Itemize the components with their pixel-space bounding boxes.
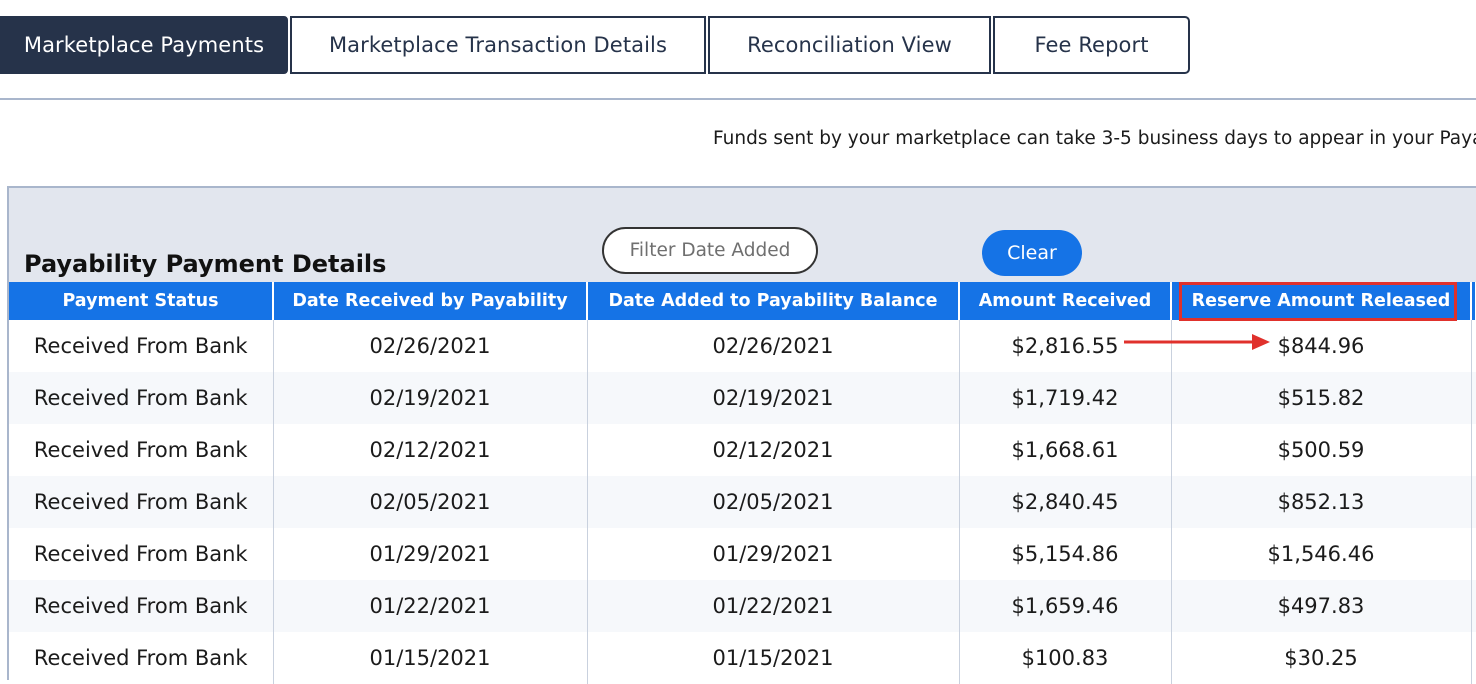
header-payment-status[interactable]: Payment Status: [9, 282, 274, 320]
cell-reserve-released: $852.13: [1171, 476, 1472, 528]
table-row: Received From Bank 02/12/2021 02/12/2021…: [9, 424, 1476, 476]
table-header-row: Payment Status Date Received by Payabili…: [9, 282, 1476, 320]
header-date-added[interactable]: Date Added to Payability Balance: [587, 282, 960, 320]
cell-payment-status: Received From Bank: [9, 528, 274, 580]
cell-reserve-released: $500.59: [1171, 424, 1472, 476]
cell-reserve-released: $30.25: [1171, 632, 1472, 684]
cell-overflow: [1471, 372, 1476, 424]
table-row: Received From Bank 02/19/2021 02/19/2021…: [9, 372, 1476, 424]
table-row: Received From Bank 02/05/2021 02/05/2021…: [9, 476, 1476, 528]
tab-marketplace-payments[interactable]: Marketplace Payments: [0, 16, 288, 74]
table-row: Received From Bank 01/22/2021 01/22/2021…: [9, 580, 1476, 632]
cell-payment-status: Received From Bank: [9, 632, 274, 684]
tab-reconciliation-view[interactable]: Reconciliation View: [708, 16, 991, 74]
cell-reserve-released: $497.83: [1171, 580, 1472, 632]
cell-date-added: 02/19/2021: [587, 372, 960, 424]
funds-notice: Funds sent by your marketplace can take …: [713, 128, 1476, 149]
cell-date-received: 01/29/2021: [273, 528, 588, 580]
cell-date-received: 02/26/2021: [273, 320, 588, 372]
cell-amount-received: $2,840.45: [959, 476, 1172, 528]
header-overflow: [1471, 282, 1476, 320]
cell-amount-received: $1,668.61: [959, 424, 1172, 476]
header-amount-received[interactable]: Amount Received: [959, 282, 1172, 320]
clear-button[interactable]: Clear: [982, 230, 1082, 276]
tab-marketplace-transaction-details[interactable]: Marketplace Transaction Details: [290, 16, 706, 74]
cell-payment-status: Received From Bank: [9, 476, 274, 528]
header-date-received[interactable]: Date Received by Payability: [273, 282, 588, 320]
table-row: Received From Bank 01/29/2021 01/29/2021…: [9, 528, 1476, 580]
cell-payment-status: Received From Bank: [9, 424, 274, 476]
cell-amount-received: $100.83: [959, 632, 1172, 684]
cell-date-added: 01/15/2021: [587, 632, 960, 684]
cell-reserve-released: $515.82: [1171, 372, 1472, 424]
tab-fee-report[interactable]: Fee Report: [993, 16, 1190, 74]
cell-payment-status: Received From Bank: [9, 320, 274, 372]
cell-overflow: [1471, 320, 1476, 372]
cell-overflow: [1471, 424, 1476, 476]
cell-date-added: 02/26/2021: [587, 320, 960, 372]
cell-date-received: 02/19/2021: [273, 372, 588, 424]
header-reserve-amount-released[interactable]: Reserve Amount Released: [1171, 282, 1472, 320]
cell-payment-status: Received From Bank: [9, 372, 274, 424]
cell-overflow: [1471, 580, 1476, 632]
cell-amount-received: $5,154.86: [959, 528, 1172, 580]
cell-date-added: 02/05/2021: [587, 476, 960, 528]
cell-amount-received: $1,659.46: [959, 580, 1172, 632]
cell-date-received: 02/12/2021: [273, 424, 588, 476]
cell-payment-status: Received From Bank: [9, 580, 274, 632]
cell-date-added: 01/22/2021: [587, 580, 960, 632]
cell-date-added: 01/29/2021: [587, 528, 960, 580]
cell-date-received: 02/05/2021: [273, 476, 588, 528]
cell-overflow: [1471, 528, 1476, 580]
divider: [0, 98, 1476, 100]
cell-overflow: [1471, 476, 1476, 528]
tab-bar: Marketplace Payments Marketplace Transac…: [0, 16, 1192, 74]
table-row: Received From Bank 01/15/2021 01/15/2021…: [9, 632, 1476, 684]
filter-date-added-input[interactable]: [602, 227, 818, 274]
cell-reserve-released: $1,546.46: [1171, 528, 1472, 580]
cell-date-received: 01/22/2021: [273, 580, 588, 632]
panel-title: Payability Payment Details: [24, 250, 387, 278]
cell-overflow: [1471, 632, 1476, 684]
right-arrow-icon: [1124, 334, 1270, 350]
cell-date-added: 02/12/2021: [587, 424, 960, 476]
cell-date-received: 01/15/2021: [273, 632, 588, 684]
cell-amount-received: $1,719.42: [959, 372, 1172, 424]
